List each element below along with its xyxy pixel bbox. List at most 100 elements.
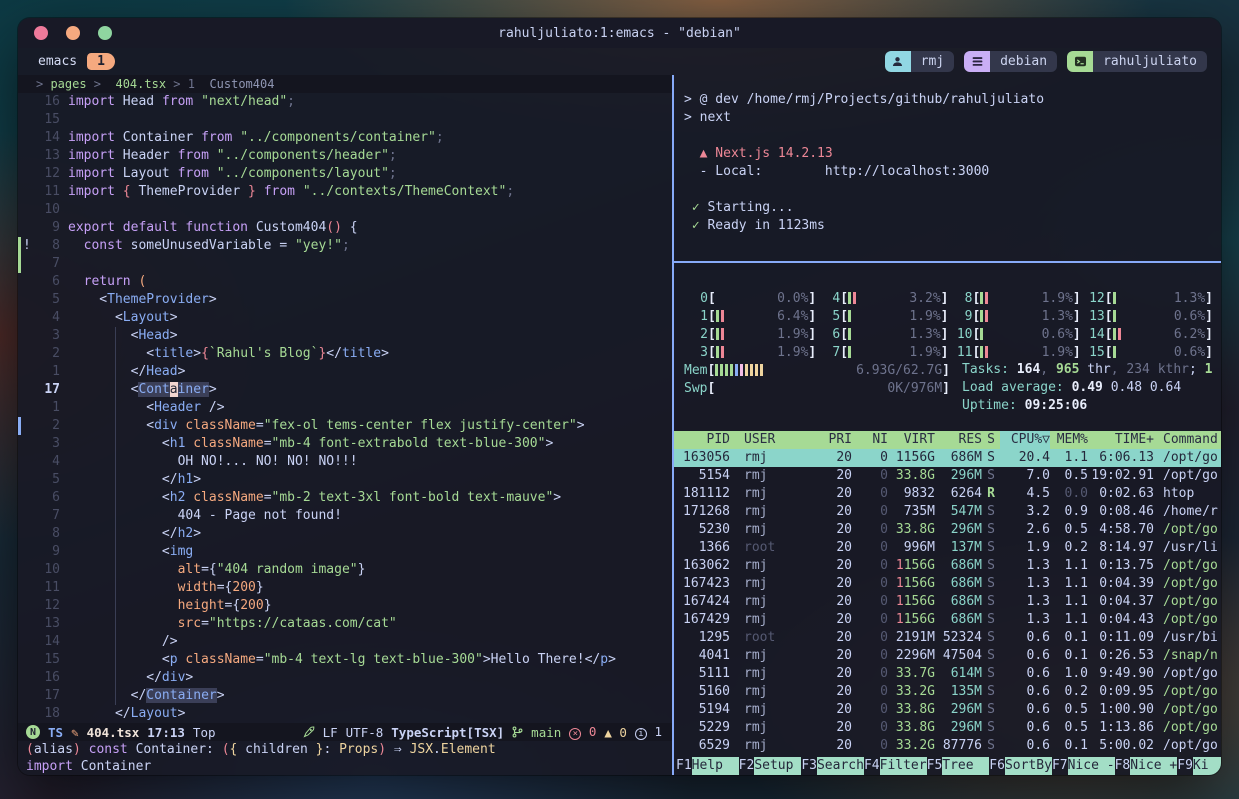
process-row[interactable]: 4041rmj2002296M47504S0.60.10:26.53/snap/…: [674, 647, 1221, 665]
column-header-RES[interactable]: RES: [935, 431, 982, 449]
gutter-spacer: [18, 129, 32, 147]
code-line[interactable]: 15 <p className="mb-4 text-lg text-blue-…: [18, 651, 672, 669]
badge-rmj[interactable]: rmj: [885, 51, 954, 72]
info-count[interactable]: i 1: [635, 724, 662, 741]
cell: rmj: [730, 485, 826, 503]
code-line[interactable]: 9 <img: [18, 543, 672, 561]
process-row[interactable]: 5194rmj20033.8G296MS0.60.51:00.90/opt/go: [674, 701, 1221, 719]
code-line[interactable]: 14import Container from "../components/c…: [18, 129, 672, 147]
fkey-F5[interactable]: F5Tree: [927, 757, 990, 775]
code-line[interactable]: 14 />: [18, 633, 672, 651]
fkey-F2[interactable]: F2Setup: [739, 757, 802, 775]
code-line[interactable]: 7 404 - Page not found!: [18, 507, 672, 525]
column-header-CPU%[interactable]: CPU%▽: [1000, 431, 1050, 449]
language-mode[interactable]: TypeScript[TSX]: [391, 725, 504, 740]
code-line[interactable]: 15: [18, 111, 672, 129]
code-line[interactable]: 10: [18, 201, 672, 219]
process-row[interactable]: 167423rmj2001156G686MS1.31.10:04.39/opt/…: [674, 575, 1221, 593]
process-table[interactable]: PIDUSERPRINIVIRTRESSCPU%▽MEM%TIME+Comman…: [674, 431, 1221, 755]
code-line[interactable]: 11 width={200}: [18, 579, 672, 597]
code-area[interactable]: 16import Head from "next/head";1514impor…: [18, 93, 672, 723]
process-row[interactable]: 5160rmj20033.2G135MS0.60.20:09.95/opt/go: [674, 683, 1221, 701]
code-line[interactable]: 6 <h2 className="mb-2 text-3xl font-bold…: [18, 489, 672, 507]
process-row[interactable]: 5111rmj20033.7G614MS0.61.09:49.90/opt/go: [674, 665, 1221, 683]
code-line[interactable]: 13import Header from "../components/head…: [18, 147, 672, 165]
code-line[interactable]: 5 <ThemeProvider>: [18, 291, 672, 309]
dev-server-terminal-pane[interactable]: > @ dev /home/rmj/Projects/github/rahulj…: [674, 75, 1221, 261]
fkey-F6[interactable]: F6SortBy: [989, 757, 1052, 775]
process-row[interactable]: 5230rmj20033.8G296MS2.60.54:58.70/opt/go: [674, 521, 1221, 539]
code-line[interactable]: 3 <Head>: [18, 327, 672, 345]
cell: 0:04.43: [1088, 611, 1154, 629]
fkey-F1[interactable]: F1Help: [676, 757, 739, 775]
process-row[interactable]: 181112rmj20098326264R4.50.00:02.63htop: [674, 485, 1221, 503]
fkey-F8[interactable]: F8Nice +: [1115, 757, 1178, 775]
column-header-NI[interactable]: NI: [852, 431, 888, 449]
code-line[interactable]: 2 <title>{`Rahul's Blog`}</title>: [18, 345, 672, 363]
process-row[interactable]: 163062rmj2001156G686MS1.31.10:13.75/opt/…: [674, 557, 1221, 575]
gutter: 16: [18, 93, 68, 111]
process-row[interactable]: 167424rmj2001156G686MS1.31.10:04.37/opt/…: [674, 593, 1221, 611]
cpu-meter-4: 4[3.2%]: [816, 289, 948, 307]
code-line[interactable]: !8 const someUnusedVariable = "yey!";: [18, 237, 672, 255]
htop-pane[interactable]: 0[0.0%]4[3.2%]8[1.9%]12[1.3%]1[6.4%]5[1.…: [674, 263, 1221, 775]
process-row[interactable]: 1295root2002191M52324S0.60.10:11.09/usr/…: [674, 629, 1221, 647]
column-header-Command[interactable]: Command: [1154, 431, 1221, 449]
cell: 0.6: [1000, 737, 1050, 755]
code-line[interactable]: 17 </Container>: [18, 687, 672, 705]
window-index-badge[interactable]: 1: [87, 53, 115, 70]
code-line[interactable]: 1 </Head>: [18, 363, 672, 381]
menu-icon: [964, 51, 990, 72]
column-header-TIME+[interactable]: TIME+: [1088, 431, 1154, 449]
code-line[interactable]: 9export default function Custom404() {: [18, 219, 672, 237]
code-line[interactable]: 1 <Header />: [18, 399, 672, 417]
code-line[interactable]: 17 <Container>: [18, 381, 672, 399]
code-line[interactable]: 10 alt={"404 random image"}: [18, 561, 672, 579]
process-row[interactable]: 171268rmj200735M547MS3.20.90:08.46/home/…: [674, 503, 1221, 521]
code-line[interactable]: 7: [18, 255, 672, 273]
fkey-F3[interactable]: F3Search: [801, 757, 864, 775]
code-line[interactable]: 4 <Layout>: [18, 309, 672, 327]
process-row[interactable]: 167429rmj2001156G686MS1.31.10:04.43/opt/…: [674, 611, 1221, 629]
code-line[interactable]: 6 return (: [18, 273, 672, 291]
code-line[interactable]: 11import { ThemeProvider } from "../cont…: [18, 183, 672, 201]
code-line[interactable]: 3 <h1 className="mb-4 font-extrabold tex…: [18, 435, 672, 453]
code-text: </h2>: [68, 525, 201, 543]
badge-debian[interactable]: debian: [964, 51, 1057, 72]
process-row[interactable]: 5154rmj20033.8G296MS7.00.519:02.91/opt/g…: [674, 467, 1221, 485]
code-line[interactable]: 12 height={200}: [18, 597, 672, 615]
fkey-F9[interactable]: F9Ki: [1177, 757, 1221, 775]
process-row[interactable]: 1366root200996M137MS1.90.28:14.97/usr/li: [674, 539, 1221, 557]
code-line[interactable]: 5 </h1>: [18, 471, 672, 489]
process-row[interactable]: 5229rmj20033.8G296MS0.60.51:13.86/opt/go: [674, 719, 1221, 737]
process-row[interactable]: 6529rmj20033.2G87776S0.60.15:00.02/opt/g…: [674, 737, 1221, 755]
process-row[interactable]: 163056rmj2001156G686MS20.41.16:06.13/opt…: [674, 449, 1221, 467]
gutter-spacer: [18, 93, 32, 111]
column-header-S[interactable]: S: [982, 431, 1000, 449]
cell: 1:00.90: [1088, 701, 1154, 719]
code-line[interactable]: 16import Head from "next/head";: [18, 93, 672, 111]
code-line[interactable]: 8 </h2>: [18, 525, 672, 543]
column-header-USER[interactable]: USER: [730, 431, 826, 449]
column-header-PID[interactable]: PID: [674, 431, 730, 449]
code-line[interactable]: 12import Layout from "../components/layo…: [18, 165, 672, 183]
column-header-VIRT[interactable]: VIRT: [888, 431, 935, 449]
fkey-F7[interactable]: F7Nice -: [1052, 757, 1115, 775]
code-line[interactable]: 16 </div>: [18, 669, 672, 687]
git-branch-name[interactable]: main: [531, 725, 561, 740]
code-line[interactable]: 4 OH NO!... NO! NO! NO!!!: [18, 453, 672, 471]
badge-rahuljuliato[interactable]: rahuljuliato: [1067, 51, 1207, 72]
fkey-F4[interactable]: F4Filter: [864, 757, 927, 775]
code-line[interactable]: 2 <div className="fex-ol tems-center fle…: [18, 417, 672, 435]
code-line[interactable]: 18 </Layout>: [18, 705, 672, 723]
error-count[interactable]: × 0: [569, 724, 596, 741]
cpu-percent: 0.0%: [764, 291, 808, 306]
column-header-PRI[interactable]: PRI: [826, 431, 852, 449]
column-header-MEM%[interactable]: MEM%: [1050, 431, 1088, 449]
code-line[interactable]: 13 src="https://cataas.com/cat": [18, 615, 672, 633]
modified-file-icon: ✎: [71, 725, 79, 740]
cpu-meter-14: 14[6.2%]: [1081, 325, 1213, 343]
line-number: 18: [32, 705, 68, 723]
warning-count[interactable]: ▲ 0: [604, 725, 627, 740]
editor-pane[interactable]: > pages > 404.tsx > 1 Custom404 16import…: [18, 75, 672, 775]
